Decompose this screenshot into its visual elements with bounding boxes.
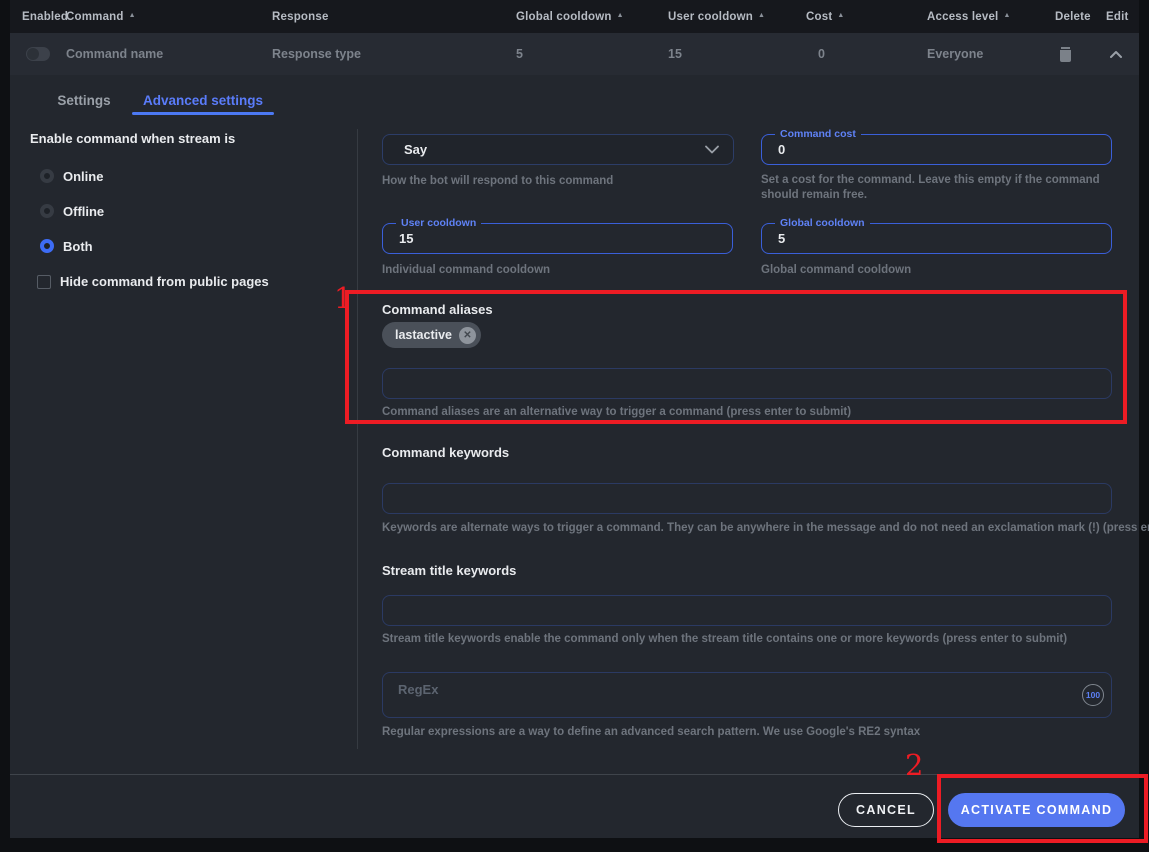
checkbox-icon [37, 275, 51, 289]
col-header-enabled: Enabled [22, 0, 68, 33]
alias-chip-label: lastactive [395, 328, 452, 342]
access-level-cell: Everyone [927, 33, 983, 75]
footer-divider [10, 774, 1139, 775]
stream-title-keywords-title: Stream title keywords [382, 563, 516, 578]
command-edit-panel: Settings Advanced settings Enable comman… [10, 75, 1139, 838]
cancel-button[interactable]: CANCEL [838, 793, 934, 827]
user-cooldown-caption: Individual command cooldown [382, 264, 550, 276]
sort-asc-icon: ▲ [758, 12, 765, 19]
col-header-global-cooldown[interactable]: Global cooldown▲ [516, 0, 624, 33]
sort-asc-icon: ▲ [617, 12, 624, 19]
col-header-response: Response [272, 0, 329, 33]
col-header-edit: Edit [1106, 0, 1129, 33]
hide-command-checkbox-row[interactable]: Hide command from public pages [37, 274, 269, 289]
command-aliases-input[interactable] [382, 368, 1112, 399]
tab-advanced-settings-label: Advanced settings [143, 93, 263, 108]
cost-cell: 0 [818, 33, 825, 75]
command-keywords-input[interactable] [382, 483, 1112, 514]
command-name-cell: Command name [66, 33, 163, 75]
alias-chip: lastactive ✕ [382, 322, 481, 348]
command-cost-field[interactable]: Command cost [761, 134, 1112, 165]
command-keywords-title: Command keywords [382, 445, 509, 460]
regex-caption: Regular expressions are a way to define … [382, 726, 920, 738]
chevron-down-icon [705, 145, 719, 154]
commands-table-header: Enabled Command▲ Response Global cooldow… [10, 0, 1139, 33]
delete-button[interactable] [1059, 33, 1072, 75]
global-cooldown-cell: 5 [516, 33, 523, 75]
trash-icon [1059, 47, 1072, 62]
command-aliases-caption: Command aliases are an alternative way t… [382, 406, 851, 418]
regex-field: 100 [382, 672, 1112, 718]
command-table-row: Command name Response type 5 15 0 Everyo… [10, 33, 1139, 75]
col-header-command[interactable]: Command▲ [66, 0, 136, 33]
char-counter-badge: 100 [1082, 684, 1104, 706]
remove-alias-icon[interactable]: ✕ [459, 327, 476, 344]
command-cost-input[interactable] [762, 135, 1111, 164]
stream-title-keywords-caption: Stream title keywords enable the command… [382, 633, 1067, 645]
tab-advanced-settings[interactable]: Advanced settings [130, 85, 276, 115]
radio-online[interactable]: Online [40, 169, 103, 183]
regex-input[interactable] [383, 673, 1111, 717]
sort-asc-icon: ▲ [129, 12, 136, 19]
tab-settings[interactable]: Settings [48, 85, 120, 115]
panel-divider [357, 129, 358, 749]
command-keywords-caption: Keywords are alternate ways to trigger a… [382, 522, 1149, 534]
command-cost-caption: Set a cost for the command. Leave this e… [761, 173, 1129, 203]
stream-title-keywords-input[interactable] [382, 595, 1112, 626]
col-header-delete: Delete [1055, 0, 1091, 33]
stream-state-label: Enable command when stream is [30, 131, 235, 146]
radio-selected-icon [40, 239, 54, 253]
toggle-knob [27, 48, 39, 60]
command-aliases-title: Command aliases [382, 302, 493, 317]
enabled-toggle[interactable] [26, 47, 50, 61]
col-header-cost[interactable]: Cost▲ [806, 0, 845, 33]
response-type-caption: How the bot will respond to this command [382, 175, 613, 187]
collapse-row-button[interactable] [1110, 33, 1122, 75]
radio-both[interactable]: Both [40, 239, 93, 253]
col-header-user-cooldown[interactable]: User cooldown▲ [668, 0, 765, 33]
sort-asc-icon: ▲ [837, 12, 844, 19]
radio-circle-icon [40, 204, 54, 218]
chevron-up-icon [1110, 50, 1122, 58]
sort-asc-icon: ▲ [1003, 12, 1010, 19]
response-type-value: Say [404, 142, 427, 157]
global-cooldown-field[interactable]: Global cooldown [761, 223, 1112, 254]
response-type-select[interactable]: Say [382, 134, 734, 165]
user-cooldown-field[interactable]: User cooldown [382, 223, 733, 254]
user-cooldown-input[interactable] [383, 224, 732, 253]
col-header-access-level[interactable]: Access level▲ [927, 0, 1011, 33]
radio-circle-icon [40, 169, 54, 183]
global-cooldown-caption: Global command cooldown [761, 264, 911, 276]
active-tab-underline [132, 112, 274, 115]
global-cooldown-input[interactable] [762, 224, 1111, 253]
response-type-cell: Response type [272, 33, 361, 75]
user-cooldown-cell: 15 [668, 33, 682, 75]
tab-settings-label: Settings [57, 93, 110, 108]
activate-command-button[interactable]: ACTIVATE COMMAND [948, 793, 1125, 827]
radio-offline[interactable]: Offline [40, 204, 104, 218]
